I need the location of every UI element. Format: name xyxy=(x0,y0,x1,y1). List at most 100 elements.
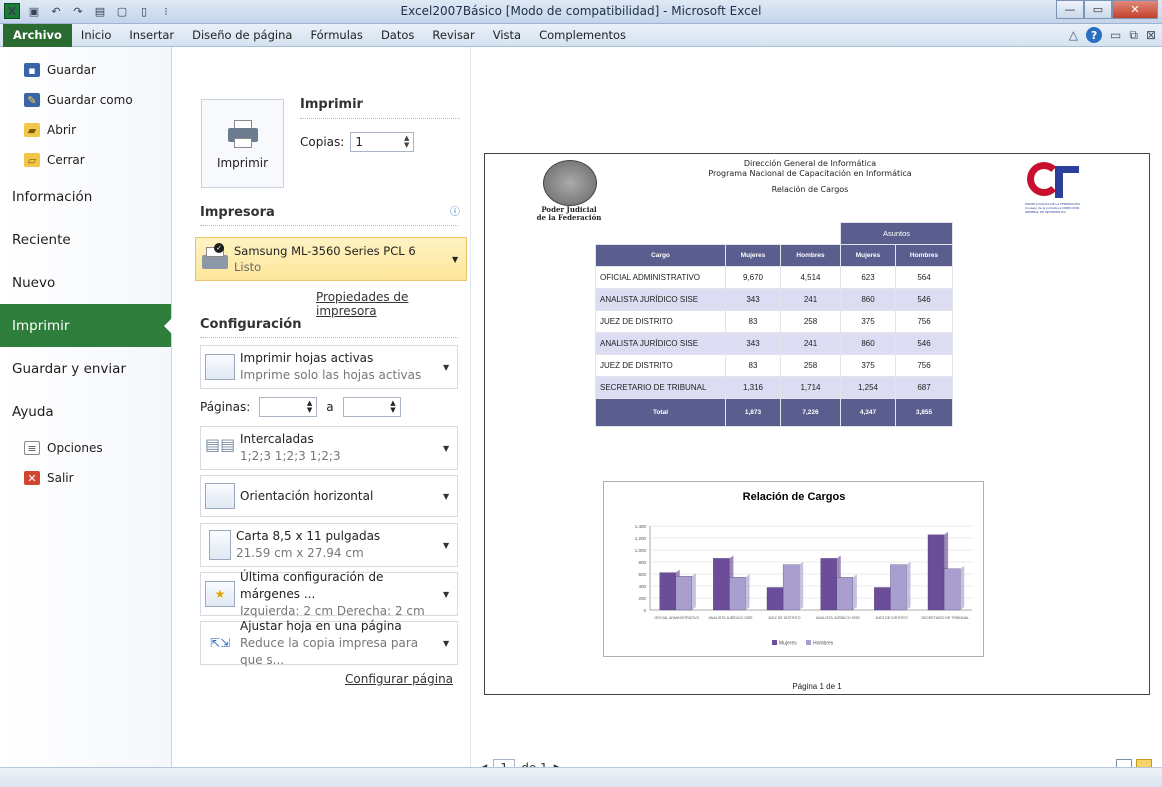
dropdown-arrow-icon: ▼ xyxy=(443,540,450,550)
table-cell: 4,347 xyxy=(840,398,896,427)
pages-to-input[interactable]: ▲ ▼ xyxy=(342,397,401,417)
header-line2: Programa Nacional de Capacitación en Inf… xyxy=(708,169,912,178)
nav-cerrar[interactable]: ▱ Cerrar xyxy=(0,145,171,175)
nav-opciones[interactable]: ≡ Opciones xyxy=(0,433,171,463)
margins-dropdown[interactable]: ★ Última configuración de márgenes ... Iz… xyxy=(200,569,458,618)
tab-insertar[interactable]: Insertar xyxy=(120,24,183,47)
dropdown-arrow-icon: ▼ xyxy=(443,589,450,599)
y-tick-label: 1,200 xyxy=(635,536,647,541)
bar-chart: Relación de Cargos 0 200 400 600 800 1,000 1,20… xyxy=(635,491,972,647)
scaling-dropdown[interactable]: ⇱⇲ Ajustar hoja en una página Reduce la c… xyxy=(200,619,458,667)
workbook-restore-icon[interactable]: ⧉ xyxy=(1129,28,1138,43)
table-row: ANALISTA JURÍDICO SISE 343 241 860 546 xyxy=(595,332,953,355)
chart-bar-mujeres xyxy=(659,572,676,611)
ribbon-minimize-icon[interactable]: △ xyxy=(1069,28,1078,42)
paper-size-dropdown[interactable]: Carta 8,5 x 11 pulgadas 21.59 cm x 27.94 … xyxy=(200,523,458,567)
y-tick-label: 400 xyxy=(638,584,646,589)
nav-salir[interactable]: ✕ Salir xyxy=(0,463,171,493)
table-row: SECRETARIO DE TRIBUNAL 1,316 1,714 1,254 687 xyxy=(595,376,953,399)
y-tick-label: 1,000 xyxy=(635,548,647,553)
pages-from-input[interactable]: ▲ ▼ xyxy=(259,397,318,417)
tab-complementos[interactable]: Complementos xyxy=(530,24,635,47)
info-icon[interactable]: ⓘ xyxy=(450,203,460,218)
page-setup-link[interactable]: Configurar página xyxy=(345,672,453,686)
nav-opciones-label: Opciones xyxy=(47,441,103,455)
nav-reciente[interactable]: Reciente xyxy=(0,218,171,261)
col-header: Cargo xyxy=(595,244,726,267)
close-button[interactable]: ✕ xyxy=(1112,0,1158,19)
copies-value: 1 xyxy=(355,135,363,149)
tab-diseno-pagina[interactable]: Diseño de página xyxy=(183,24,301,47)
dropdown-arrow-icon: ▼ xyxy=(443,443,450,453)
copies-spinner[interactable]: 1 ▲ ▼ xyxy=(350,132,415,152)
table-cell: 7,226 xyxy=(780,398,841,427)
y-tick-label: 200 xyxy=(638,596,646,601)
table-cell: 1,316 xyxy=(725,376,781,399)
printer-dropdown[interactable]: ✓ Samsung ML-3560 Series PCL 6 Listo ▼ xyxy=(195,237,467,281)
nav-guardar-enviar[interactable]: Guardar y enviar xyxy=(0,347,171,390)
nav-informacion[interactable]: Información xyxy=(0,175,171,218)
close-folder-icon: ▱ xyxy=(24,153,40,167)
chart-bar-mujeres xyxy=(820,558,837,611)
preview-page: Poder Judicial de la Federación Dirección… xyxy=(484,153,1150,695)
chart-bar-hombres xyxy=(836,577,854,611)
workbook-close-icon[interactable]: ⊠ xyxy=(1146,28,1156,42)
chart-bar-mujeres xyxy=(927,534,945,611)
help-icon[interactable]: ? xyxy=(1086,27,1103,43)
col-header: Mujeres xyxy=(725,244,781,267)
paper-icon xyxy=(209,530,231,560)
collate-dropdown[interactable]: ▤▤ Intercaladas 1;2;3 1;2;3 1;2;3 ▼ xyxy=(200,426,458,470)
maximize-button[interactable]: ▭ xyxy=(1084,0,1112,19)
dropdown-arrow-icon: ▼ xyxy=(443,638,450,648)
sheets-title: Imprimir hojas activas xyxy=(240,351,374,365)
tab-inicio[interactable]: Inicio xyxy=(72,24,120,47)
tab-vista[interactable]: Vista xyxy=(484,24,530,47)
print-active-sheets-dropdown[interactable]: Imprimir hojas activas Imprime solo las h… xyxy=(200,345,458,389)
table-row: ANALISTA JURÍDICO SISE 343 241 860 546 xyxy=(595,288,953,311)
nav-abrir[interactable]: ▰ Abrir xyxy=(0,115,171,145)
tab-revisar[interactable]: Revisar xyxy=(423,24,483,47)
print-section-title: Imprimir xyxy=(300,97,460,119)
save-icon: ▪ xyxy=(24,63,40,77)
scaling-subtitle: Reduce la copia impresa para que s... xyxy=(240,635,419,667)
print-preview-area: Poder Judicial de la Federación Dirección… xyxy=(472,47,1162,777)
nav-guardar-como-label: Guardar como xyxy=(47,93,133,107)
options-icon: ≡ xyxy=(24,441,40,455)
minimize-button[interactable]: — xyxy=(1056,0,1084,19)
chart-bar-hombres xyxy=(675,576,693,611)
tab-datos[interactable]: Datos xyxy=(372,24,423,47)
table-cell: JUEZ DE DISTRITO xyxy=(595,354,726,377)
landscape-icon xyxy=(205,483,235,509)
chart-bar-hombres xyxy=(943,568,961,611)
table-row: OFICIAL ADMINISTRATIVO 9,670 4,514 623 564 xyxy=(595,266,953,289)
x-tick-label: ANALISTA JURÍDICO SISE xyxy=(708,616,753,620)
chart-bar-side xyxy=(852,574,857,610)
nav-imprimir-label: Imprimir xyxy=(12,317,70,334)
x-tick-label: SECRETARIO DE TRIBUNAL xyxy=(921,616,969,620)
x-tick-label: JUEZ DE DISTRITO xyxy=(875,616,908,620)
page-footer: Página 1 de 1 xyxy=(792,682,842,691)
nav-guardar-como[interactable]: ✎ Guardar como xyxy=(0,85,171,115)
cargos-table: Asuntos Cargo Mujeres Hombres Mujeres Ho… xyxy=(595,222,953,427)
nav-guardar[interactable]: ▪ Guardar xyxy=(0,55,171,85)
pages-to-label: a xyxy=(326,400,334,414)
nav-imprimir[interactable]: Imprimir xyxy=(0,304,172,347)
total-row: Total 1,873 7,226 4,347 3,855 xyxy=(595,398,953,427)
workbook-minimize-icon[interactable]: ▭ xyxy=(1110,28,1121,42)
print-button[interactable]: Imprimir xyxy=(201,99,284,188)
collate-title: Intercaladas xyxy=(240,432,314,446)
nav-ayuda[interactable]: Ayuda xyxy=(0,390,171,433)
printer-properties-link[interactable]: Propiedades de impresora xyxy=(316,290,470,318)
orientation-dropdown[interactable]: Orientación horizontal ▼ xyxy=(200,475,458,517)
tab-archivo[interactable]: Archivo xyxy=(3,24,72,47)
nav-nuevo[interactable]: Nuevo xyxy=(0,261,171,304)
spinner-arrows-icon[interactable]: ▲ ▼ xyxy=(404,135,409,149)
status-bar xyxy=(0,767,1162,787)
margins-title: Última configuración de márgenes ... xyxy=(240,569,384,601)
x-tick-label: OFICIAL ADMINISTRATIVO xyxy=(654,616,699,620)
table-cell: 258 xyxy=(780,354,841,377)
chart-bar-side xyxy=(960,565,965,610)
x-tick-label: ANALISTA JURÍDICO SISE xyxy=(816,616,861,620)
tab-formulas[interactable]: Fórmulas xyxy=(301,24,372,47)
chart-bar-hombres xyxy=(782,564,800,611)
